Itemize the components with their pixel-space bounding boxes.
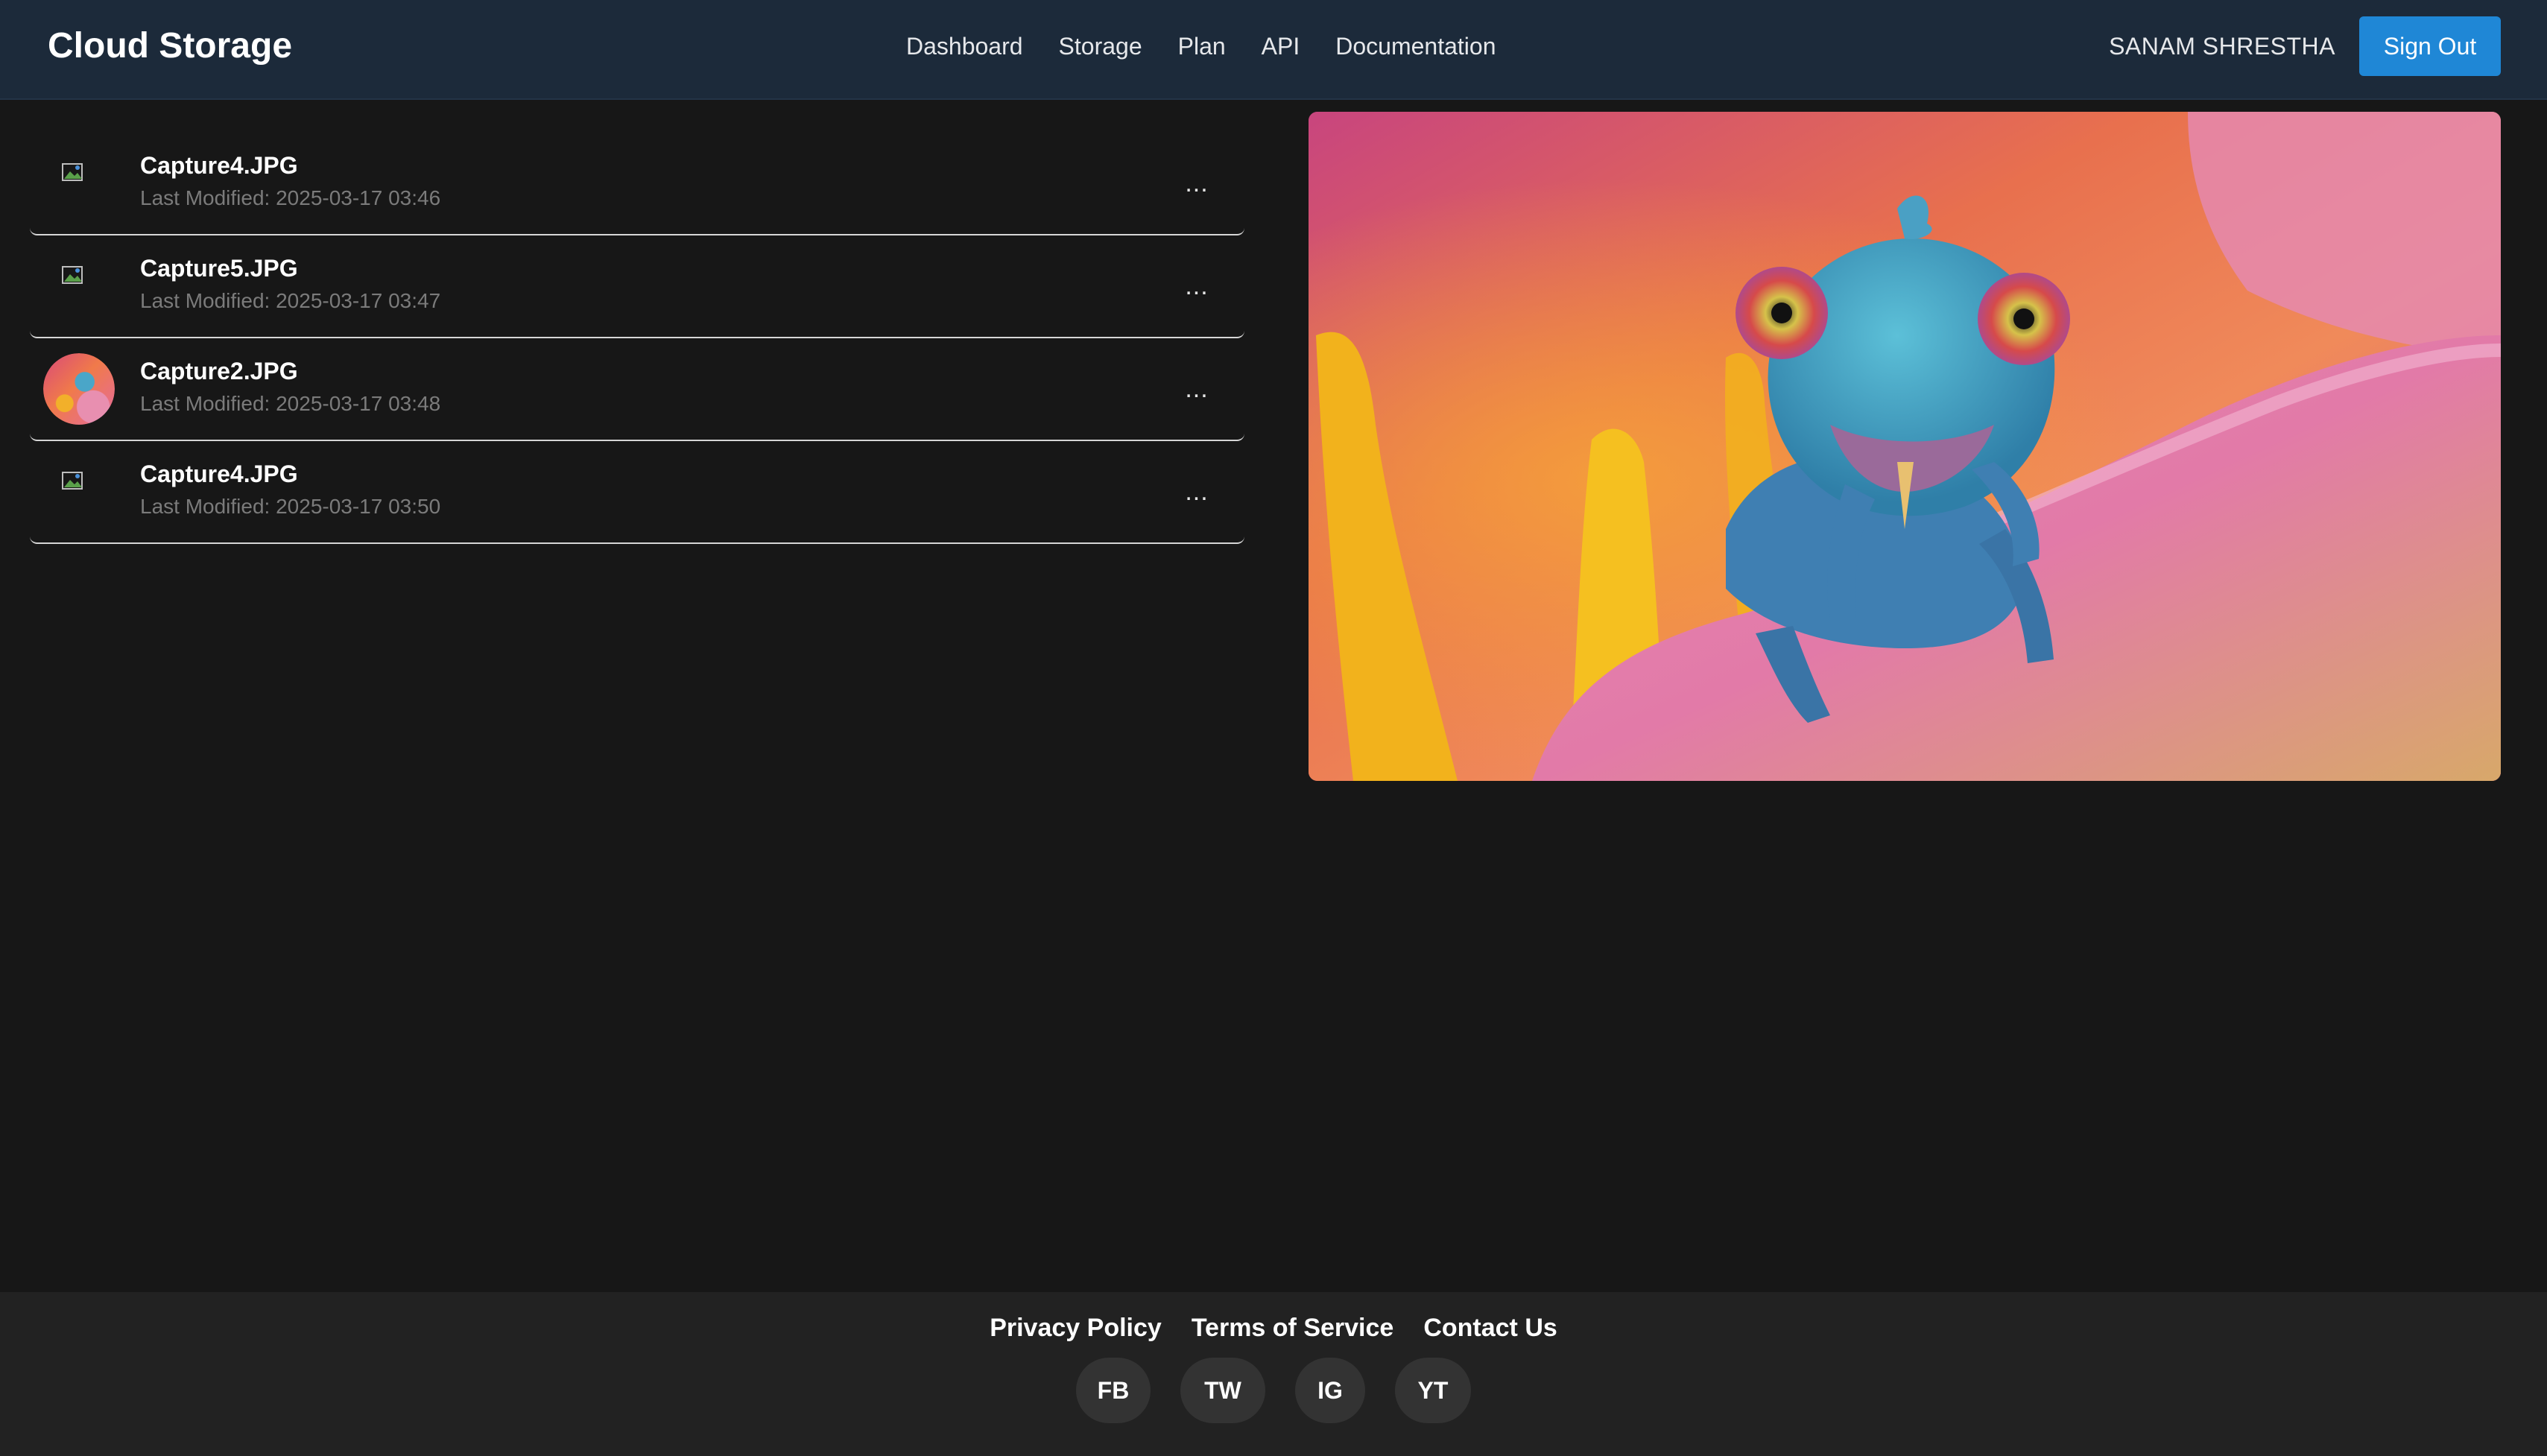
sign-out-button[interactable]: Sign Out — [2359, 16, 2501, 76]
nav-plan[interactable]: Plan — [1178, 25, 1226, 67]
file-name: Capture5.JPG — [140, 255, 298, 282]
chameleon-preview-image — [1309, 112, 2501, 781]
image-preview — [1309, 112, 2501, 781]
list-item[interactable]: Capture2.JPG Last Modified: 2025-03-17 0… — [30, 338, 1244, 441]
file-modified: Last Modified: 2025-03-17 03:48 — [140, 392, 441, 415]
broken-image-icon — [62, 163, 83, 181]
brand-title[interactable]: Cloud Storage — [48, 22, 292, 70]
terms-of-service-link[interactable]: Terms of Service — [1192, 1308, 1394, 1347]
more-options-button[interactable]: ... — [1174, 471, 1219, 516]
instagram-link[interactable]: IG — [1295, 1358, 1365, 1423]
broken-image-icon — [62, 266, 83, 284]
list-item[interactable]: Capture4.JPG Last Modified: 2025-03-17 0… — [30, 133, 1244, 235]
user-name: SANAM SHRESTHA — [2109, 33, 2335, 60]
facebook-link[interactable]: FB — [1076, 1358, 1151, 1423]
top-navigation-bar: Cloud Storage Dashboard Storage Plan API… — [0, 0, 2547, 100]
chameleon-thumbnail-image — [43, 353, 115, 425]
main-nav: Dashboard Storage Plan API Documentation — [906, 25, 1496, 67]
file-modified: Last Modified: 2025-03-17 03:46 — [140, 186, 441, 209]
broken-image-icon — [62, 472, 83, 490]
file-thumbnail — [43, 250, 115, 322]
list-item[interactable]: Capture4.JPG Last Modified: 2025-03-17 0… — [30, 441, 1244, 544]
footer-links: Privacy Policy Terms of Service Contact … — [0, 1308, 2547, 1347]
file-modified: Last Modified: 2025-03-17 03:50 — [140, 495, 441, 518]
list-item[interactable]: Capture5.JPG Last Modified: 2025-03-17 0… — [30, 235, 1244, 338]
file-name: Capture4.JPG — [140, 460, 298, 487]
file-thumbnail — [43, 148, 115, 219]
footer: Privacy Policy Terms of Service Contact … — [0, 1292, 2547, 1456]
more-options-button[interactable]: ... — [1174, 162, 1219, 207]
nav-storage[interactable]: Storage — [1059, 25, 1142, 67]
nav-documentation[interactable]: Documentation — [1335, 25, 1496, 67]
file-name: Capture2.JPG — [140, 358, 298, 384]
file-thumbnail — [43, 456, 115, 528]
youtube-link[interactable]: YT — [1395, 1358, 1471, 1423]
file-modified: Last Modified: 2025-03-17 03:47 — [140, 289, 441, 312]
file-list: Capture4.JPG Last Modified: 2025-03-17 0… — [30, 133, 1244, 544]
nav-dashboard[interactable]: Dashboard — [906, 25, 1023, 67]
file-thumbnail — [43, 353, 115, 425]
nav-api[interactable]: API — [1262, 25, 1300, 67]
more-options-button[interactable]: ... — [1174, 368, 1219, 413]
social-links: FB TW IG YT — [0, 1358, 2547, 1423]
twitter-link[interactable]: TW — [1180, 1358, 1265, 1423]
file-name: Capture4.JPG — [140, 152, 298, 179]
more-options-button[interactable]: ... — [1174, 265, 1219, 310]
contact-us-link[interactable]: Contact Us — [1423, 1308, 1557, 1347]
privacy-policy-link[interactable]: Privacy Policy — [990, 1308, 1162, 1347]
